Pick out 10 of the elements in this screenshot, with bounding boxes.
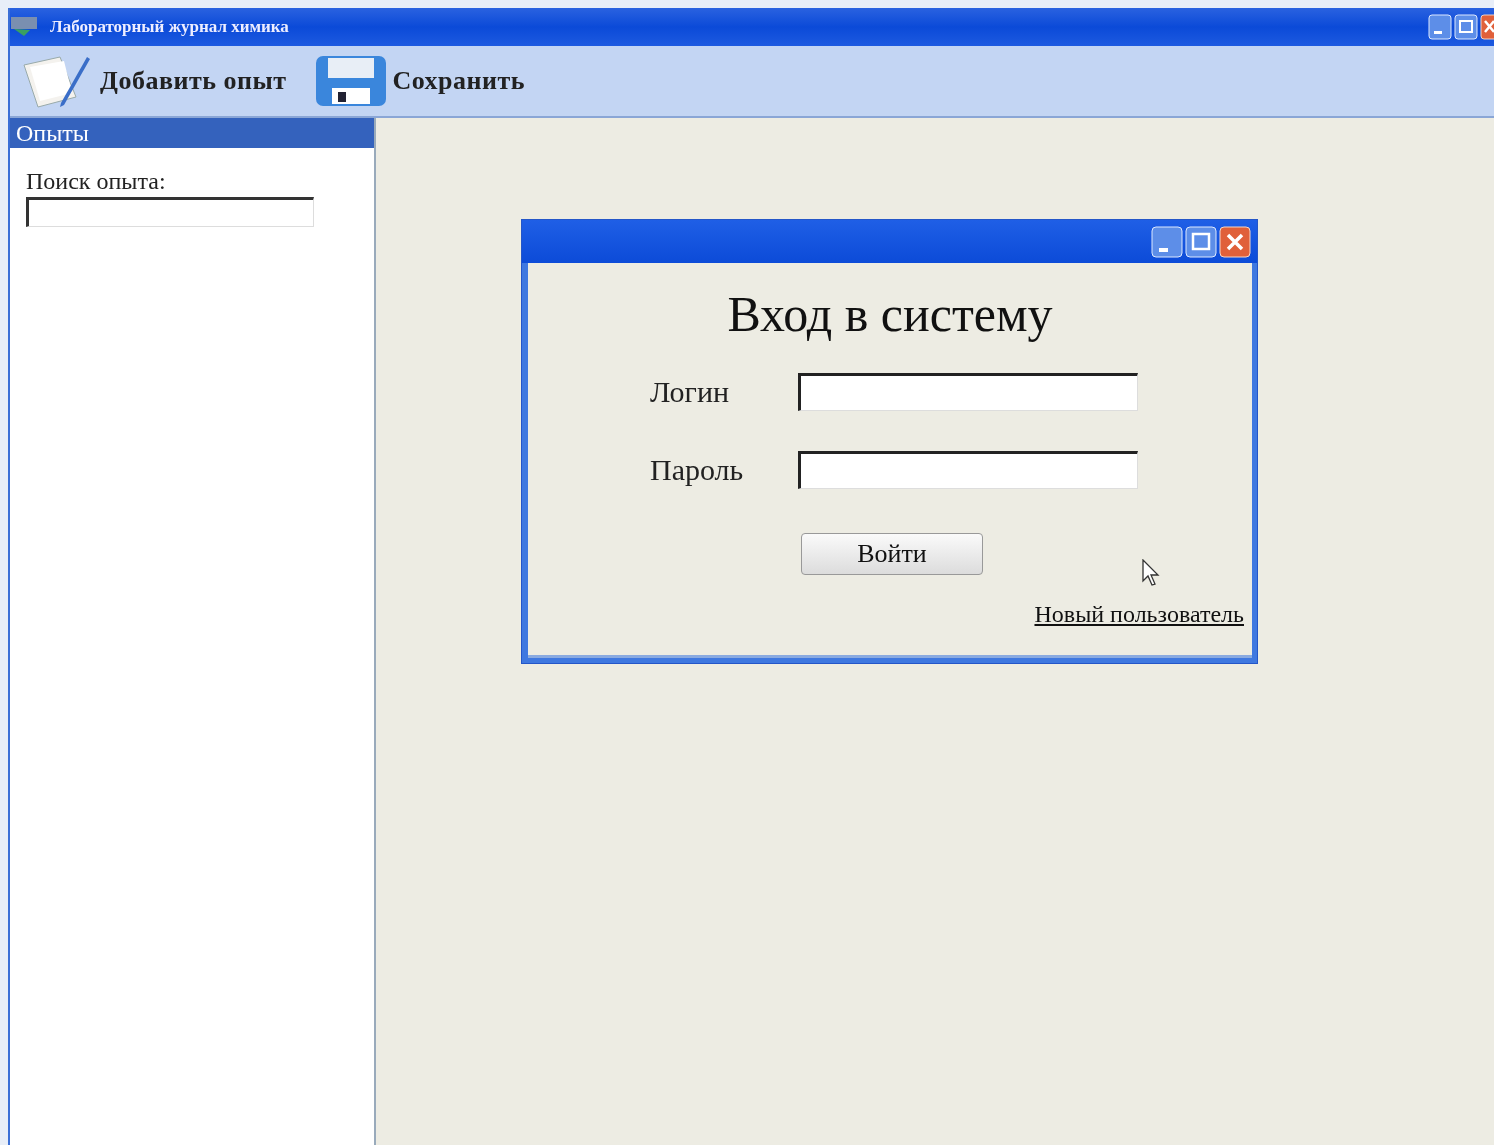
field-label: Логин <box>650 375 730 409</box>
panel-header: Опыты <box>10 118 374 148</box>
toolbar-button[interactable]: Сохранить <box>314 54 526 108</box>
toolbar-button[interactable]: Добавить опыт <box>20 53 287 109</box>
login-button[interactable]: Войти <box>801 533 983 575</box>
search-label: Поиск опыта: <box>26 168 167 195</box>
dialog-heading: Вход в систему <box>727 285 1053 343</box>
window-title: Лабораторный журнал химика <box>50 17 289 37</box>
new-user-link[interactable]: Новый пользователь <box>1034 601 1244 627</box>
field-label: Пароль <box>650 453 745 487</box>
